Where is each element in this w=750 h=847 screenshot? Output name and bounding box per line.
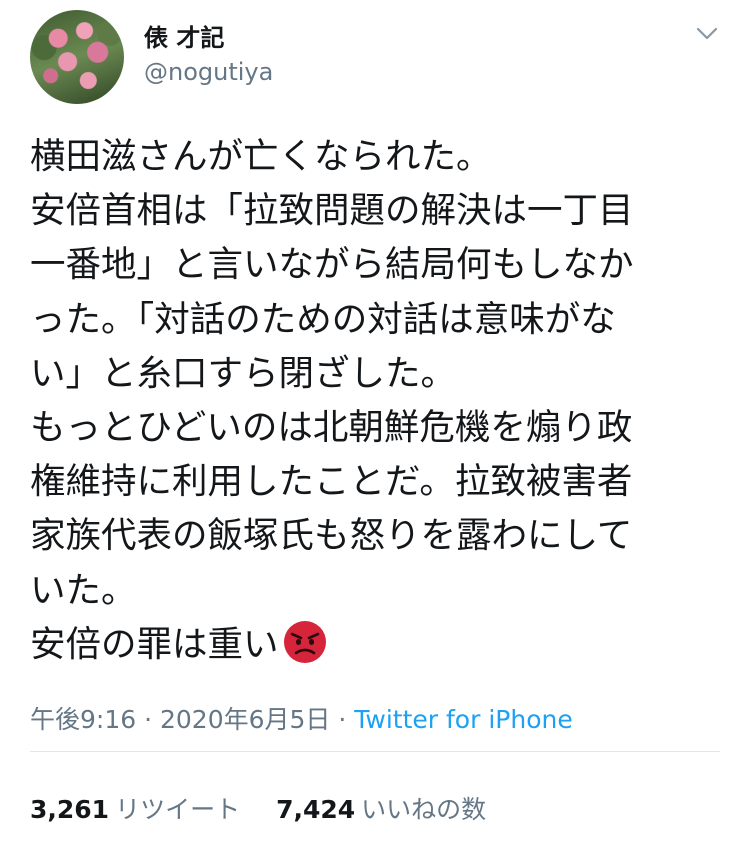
avatar[interactable] [30,10,124,104]
tweet-line: い」と糸口すら閉ざした。 [30,352,457,394]
likes-count: 7,424 [276,795,356,824]
tweet-line: 一番地」と言いながら結局何もしなか [30,244,634,286]
display-name[interactable]: 俵 才記 [144,18,224,53]
chevron-down-icon[interactable] [694,20,720,46]
tweet-line: 家族代表の飯塚氏も怒りを露わにして [30,515,633,557]
retweets-stat[interactable]: 3,261 リツイート [30,795,240,824]
tweet-line: 横田滋さんが亡くなられた。 [30,136,492,177]
retweets-label: リツイート [115,795,241,824]
tweet-line-last: 安倍の罪は重い [30,618,720,672]
tweet-line: いた。 [30,569,137,611]
tweet-stats: 3,261 リツイート 7,424 いいねの数 [30,790,486,826]
likes-stat[interactable]: 7,424 いいねの数 [276,795,486,824]
tweet-text: 横田滋さんが亡くなられた。 安倍首相は「拉致問題の解決は一丁目 一番地」と言いな… [30,130,720,672]
pouting-face-emoji-icon [283,620,326,663]
meta-separator: · [136,705,160,734]
divider [30,751,720,752]
tweet-line-text: 安倍の罪は重い [30,623,279,665]
likes-label: いいねの数 [361,795,487,824]
tweet-meta: 午後9:16 · 2020年6月5日 · Twitter for iPhone [30,700,573,736]
tweet-source-link[interactable]: Twitter for iPhone [354,705,572,734]
tweet-line: 権維持に利用したことだ。拉致被害者 [30,461,633,503]
user-handle[interactable]: @nogutiya [144,58,273,86]
tweet-line: 安倍首相は「拉致問題の解決は一丁目 [30,190,634,232]
meta-separator: · [330,705,355,734]
retweets-count: 3,261 [30,795,110,824]
tweet-line: もっとひどいのは北朝鮮危機を煽り政 [30,407,633,449]
tweet-time: 午後9:16 [30,705,137,734]
tweet-date: 2020年6月5日 [159,705,331,734]
tweet-line: った。「対話のための対話は意味がな [30,298,616,340]
